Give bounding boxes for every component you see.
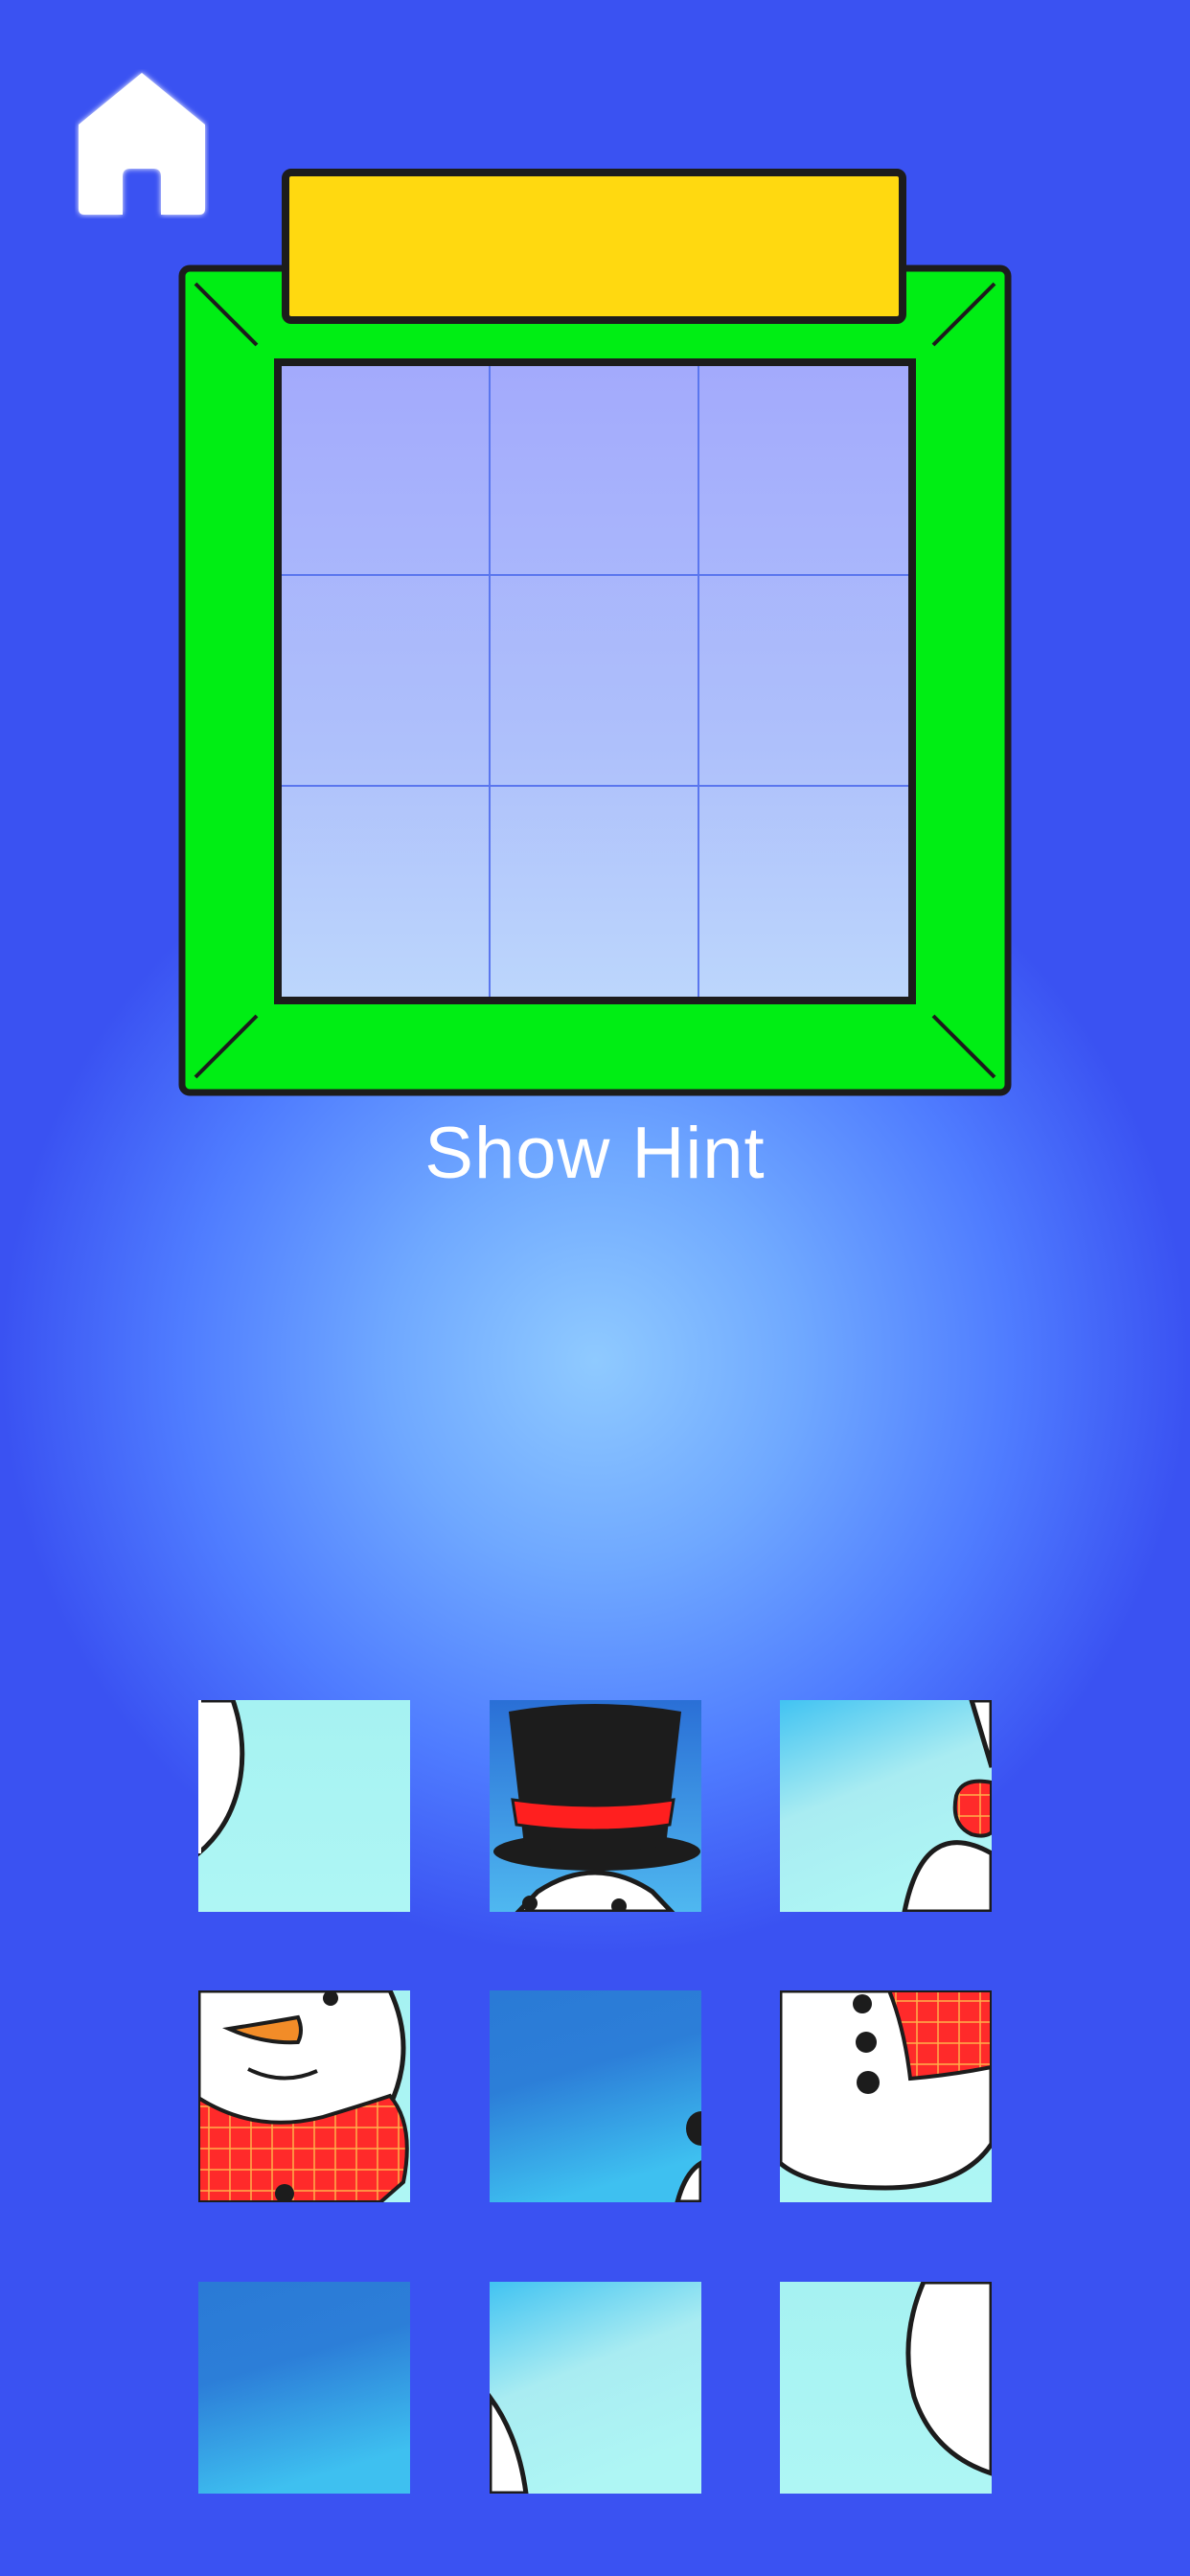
puzzle-piece[interactable]	[780, 1990, 992, 2202]
board-slot[interactable]	[699, 366, 908, 577]
title-bar	[282, 169, 906, 324]
puzzle-piece[interactable]	[198, 1700, 410, 1912]
puzzle-piece[interactable]	[490, 1990, 701, 2202]
puzzle-piece[interactable]	[780, 2282, 992, 2494]
home-icon	[79, 73, 205, 215]
board-slot[interactable]	[282, 366, 491, 577]
board-slot[interactable]	[491, 366, 699, 577]
board-slot[interactable]	[699, 576, 908, 787]
puzzle-piece[interactable]	[198, 2282, 410, 2494]
puzzle-piece[interactable]	[490, 2282, 701, 2494]
puzzle-piece[interactable]	[490, 1700, 701, 1912]
puzzle-board	[274, 358, 916, 1004]
board-slot[interactable]	[699, 787, 908, 997]
board-slot[interactable]	[282, 576, 491, 787]
puzzle-piece[interactable]	[780, 1700, 992, 1912]
show-hint-button[interactable]: Show Hint	[308, 1112, 882, 1195]
puzzle-piece[interactable]	[198, 1990, 410, 2202]
board-slot[interactable]	[491, 786, 699, 997]
home-button[interactable]	[75, 69, 209, 218]
board-slot[interactable]	[282, 786, 491, 997]
board-slot[interactable]	[491, 576, 699, 787]
